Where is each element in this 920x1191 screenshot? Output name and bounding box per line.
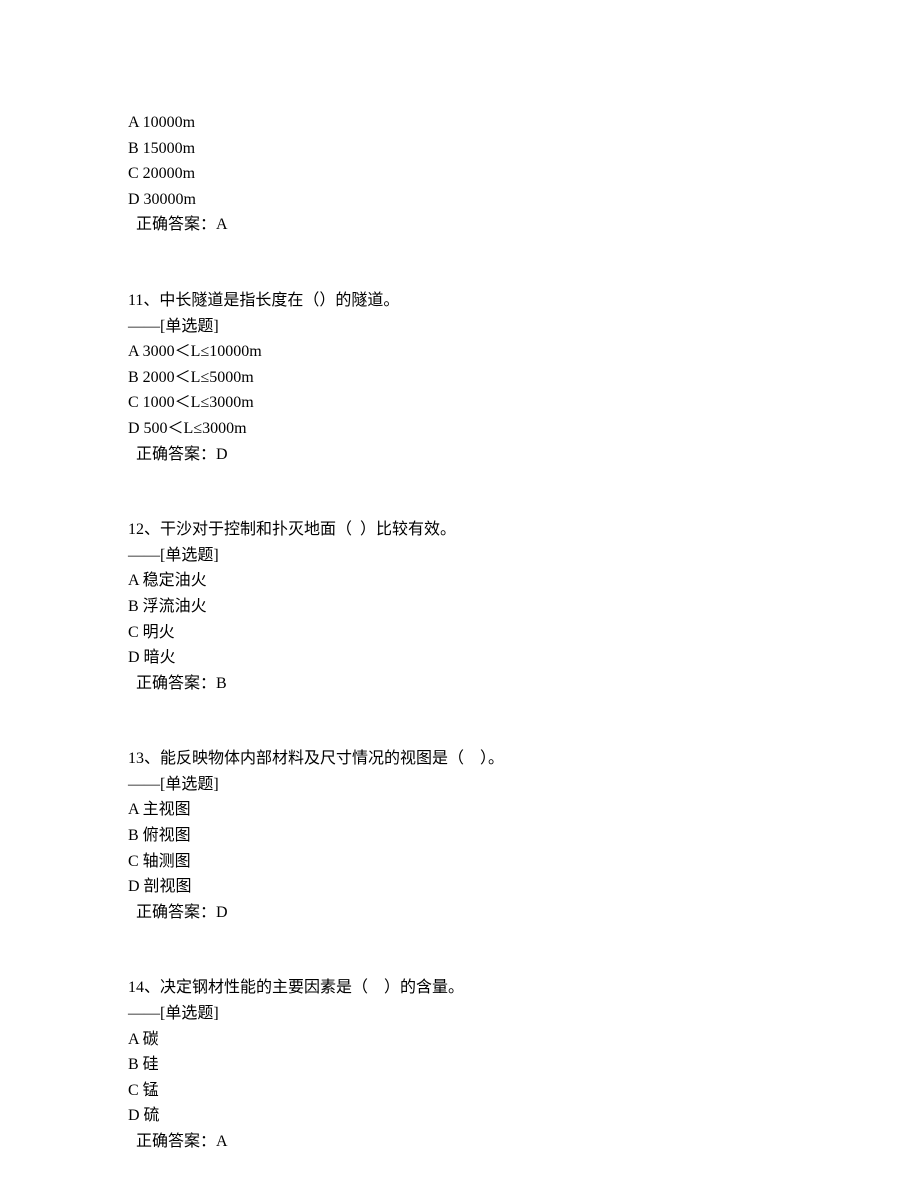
text-line: ——[单选题] [128,772,792,798]
text-line: D 暗火 [128,645,792,671]
question-block: 12、干沙对于控制和扑灭地面（ ）比较有效。——[单选题]A 稳定油火B 浮流油… [128,517,792,696]
question-block: 13、能反映物体内部材料及尺寸情况的视图是（ ）。——[单选题]A 主视图B 俯… [128,746,792,925]
text-line: A 3000＜L≤10000m [128,339,792,365]
text-line: 14、决定钢材性能的主要因素是（ ）的含量。 [128,975,792,1001]
text-line: D 硫 [128,1103,792,1129]
text-line: B 硅 [128,1052,792,1078]
text-line: B 浮流油火 [128,594,792,620]
question-block: A 10000mB 15000mC 20000mD 30000m正确答案：A [128,110,792,238]
text-line: A 主视图 [128,797,792,823]
text-line: C 20000m [128,161,792,187]
text-line: C 明火 [128,620,792,646]
question-block: 11、中长隧道是指长度在（）的隧道。——[单选题]A 3000＜L≤10000m… [128,288,792,467]
text-line: D 剖视图 [128,874,792,900]
answer-line: 正确答案：A [128,212,792,238]
text-line: ——[单选题] [128,543,792,569]
question-block: 14、决定钢材性能的主要因素是（ ）的含量。——[单选题]A 碳B 硅C 锰D … [128,975,792,1154]
answer-line: 正确答案：D [128,900,792,926]
text-line: 12、干沙对于控制和扑灭地面（ ）比较有效。 [128,517,792,543]
text-line: ——[单选题] [128,1001,792,1027]
text-line: B 2000＜L≤5000m [128,365,792,391]
text-line: A 稳定油火 [128,568,792,594]
text-line: ——[单选题] [128,314,792,340]
answer-line: 正确答案：A [128,1129,792,1155]
text-line: C 锰 [128,1078,792,1104]
text-line: D 30000m [128,187,792,213]
document-page: A 10000mB 15000mC 20000mD 30000m正确答案：A11… [0,0,920,1191]
answer-line: 正确答案：B [128,671,792,697]
text-line: A 碳 [128,1027,792,1053]
text-line: C 1000＜L≤3000m [128,390,792,416]
text-line: A 10000m [128,110,792,136]
text-line: C 轴测图 [128,849,792,875]
text-line: 11、中长隧道是指长度在（）的隧道。 [128,288,792,314]
text-line: B 俯视图 [128,823,792,849]
text-line: D 500＜L≤3000m [128,416,792,442]
text-line: B 15000m [128,136,792,162]
answer-line: 正确答案：D [128,442,792,468]
text-line: 13、能反映物体内部材料及尺寸情况的视图是（ ）。 [128,746,792,772]
